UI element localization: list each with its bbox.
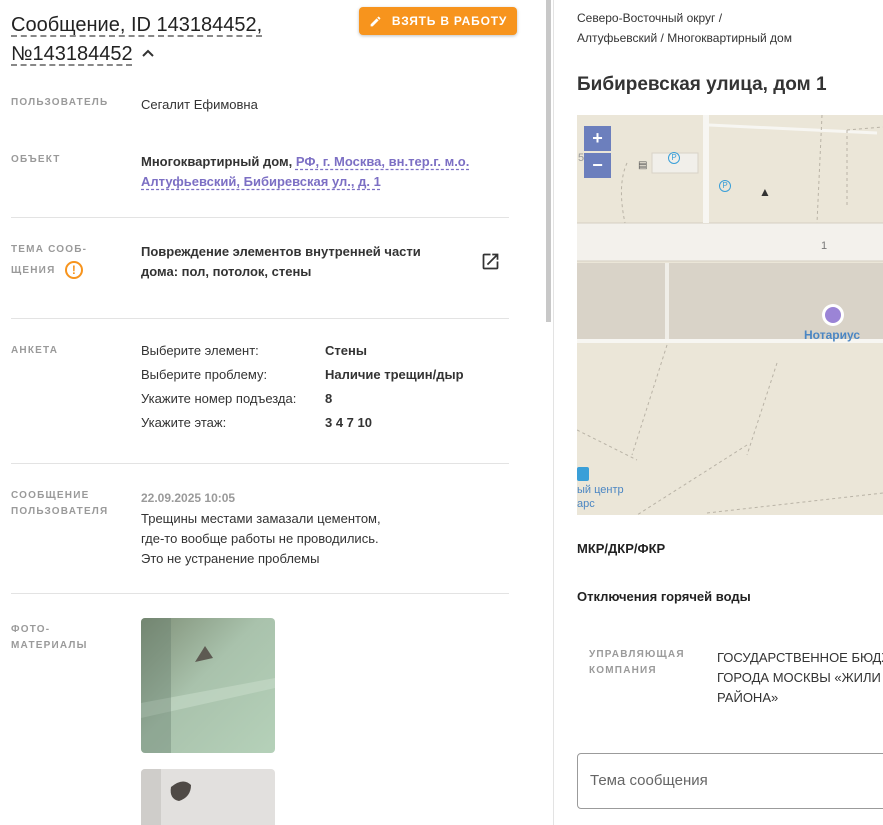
chevron-up-icon[interactable] bbox=[141, 38, 155, 67]
object-address-link-1[interactable]: РФ, г. Москва, вн.тер.г. м.о. bbox=[296, 154, 470, 169]
photos-label-line-2: МАТЕРИАЛЫ bbox=[11, 640, 88, 651]
subject-input[interactable]: Тема сообщения bbox=[577, 753, 883, 809]
address-title: Бибиревская улица, дом 1 bbox=[577, 74, 827, 95]
user-message-label-line-2: ПОЛЬЗОВАТЕЛЯ bbox=[11, 506, 109, 517]
company-line-1: ГОСУДАРСТВЕННОЕ БЮДЖ bbox=[717, 650, 883, 665]
title-line-1: Сообщение, ID 143184452, bbox=[11, 14, 263, 36]
parking-icon: P bbox=[719, 180, 731, 192]
hot-water-outages[interactable]: Отключения горячей воды bbox=[577, 589, 751, 604]
anketa-key: Укажите этаж: bbox=[141, 415, 227, 430]
page-title: Сообщение, ID 143184452, №143184452 bbox=[11, 11, 341, 69]
map[interactable]: + − 5 ▤ P P ▲ 1 Нотариус ый центр арс bbox=[577, 115, 883, 515]
photos-label: ФОТО- МАТЕРИАЛЫ bbox=[11, 622, 88, 654]
zoom-out-button[interactable]: − bbox=[584, 153, 611, 178]
object-value: Многоквартирный дом, РФ, г. Москва, вн.т… bbox=[141, 152, 501, 192]
anketa-value: 3 4 7 10 bbox=[325, 415, 372, 430]
anketa-key: Выберите проблему: bbox=[141, 367, 268, 382]
divider bbox=[11, 318, 509, 319]
warning-icon: ! bbox=[65, 261, 84, 280]
take-to-work-button[interactable]: ВЗЯТЬ В РАБОТУ bbox=[359, 7, 517, 35]
topic-line-2: дома: пол, потолок, стены bbox=[141, 264, 312, 279]
topic-label-line-1: ТЕМА СООБ- bbox=[11, 244, 88, 255]
anketa-value: Наличие трещин/дыр bbox=[325, 367, 464, 382]
map-bottom-label: ый центр арс bbox=[577, 483, 624, 511]
message-panel: Сообщение, ID 143184452, №143184452 ВЗЯТ… bbox=[0, 0, 545, 825]
divider bbox=[11, 593, 509, 594]
zoom-in-button[interactable]: + bbox=[584, 126, 611, 151]
user-value: Сегалит Ефимовна bbox=[141, 97, 258, 112]
photos-label-line-1: ФОТО- bbox=[11, 624, 51, 635]
company-label: УПРАВЛЯЮЩАЯ КОМПАНИЯ bbox=[589, 647, 685, 679]
user-message-date: 22.09.2025 10:05 bbox=[141, 491, 236, 505]
photo-thumbnail[interactable] bbox=[141, 618, 275, 753]
divider bbox=[11, 463, 509, 464]
anketa-key: Укажите номер подъезда: bbox=[141, 391, 297, 406]
company-line-3: РАЙОНА» bbox=[717, 690, 779, 705]
topic-label-line-2: ЩЕНИЯ bbox=[11, 265, 56, 276]
map-bottom-label-line-1: ый центр bbox=[577, 484, 624, 496]
topic-line-1: Повреждение элементов внутренней части bbox=[141, 244, 421, 259]
anketa-label: АНКЕТА bbox=[11, 345, 59, 356]
transit-icon bbox=[577, 467, 589, 481]
user-message-line-1: Трещины местами замазали цементом, bbox=[141, 511, 381, 526]
address-panel: Северо-Восточный округ / Алтуфьевский / … bbox=[554, 0, 883, 825]
scrollbar[interactable] bbox=[546, 0, 551, 322]
user-message-label-line-1: СООБЩЕНИЕ bbox=[11, 490, 90, 501]
title-line-2: №143184452 bbox=[11, 43, 133, 65]
topic-label: ТЕМА СООБ- ЩЕНИЯ! bbox=[11, 242, 87, 284]
user-message-label: СООБЩЕНИЕ ПОЛЬЗОВАТЕЛЯ bbox=[11, 488, 108, 520]
anketa-value: 8 bbox=[325, 391, 333, 406]
company-value: ГОСУДАРСТВЕННОЕ БЮДЖ ГОРОДА МОСКВЫ «ЖИЛИ… bbox=[717, 648, 883, 708]
company-label-line-1: УПРАВЛЯЮЩАЯ bbox=[589, 649, 685, 660]
photo-thumbnail[interactable] bbox=[141, 769, 275, 825]
object-address-link-2[interactable]: Алтуфьевский, Бибиревская ул., д. 1 bbox=[141, 174, 381, 189]
company-label-line-2: КОМПАНИЯ bbox=[589, 665, 657, 676]
user-label: ПОЛЬЗОВАТЕЛЬ bbox=[11, 97, 109, 108]
take-button-label: ВЗЯТЬ В РАБОТУ bbox=[391, 14, 508, 28]
object-type: Многоквартирный дом, bbox=[141, 154, 293, 169]
user-message-line-2: где-то вообще работы не проводились. bbox=[141, 531, 379, 546]
anketa-value: Стены bbox=[325, 343, 367, 358]
topic-value: Повреждение элементов внутренней части д… bbox=[141, 242, 461, 282]
breadcrumb-line-2[interactable]: Алтуфьевский / Многоквартирный дом bbox=[577, 31, 792, 45]
open-in-new-icon[interactable] bbox=[480, 251, 501, 277]
subject-placeholder: Тема сообщения bbox=[590, 772, 708, 789]
map-edge-number: 5 bbox=[578, 152, 585, 164]
breadcrumb: Северо-Восточный округ / Алтуфьевский / … bbox=[577, 8, 792, 48]
company-line-2: ГОРОДА МОСКВЫ «ЖИЛИ bbox=[717, 670, 881, 685]
pencil-icon bbox=[370, 16, 381, 26]
map-bottom-label-line-2: арс bbox=[577, 498, 595, 510]
divider bbox=[11, 217, 509, 218]
anketa-key: Выберите элемент: bbox=[141, 343, 259, 358]
housing-type: МКР/ДКР/ФКР bbox=[577, 541, 666, 556]
poi-label[interactable]: Нотариус bbox=[804, 328, 860, 342]
map-bin-icon: ▤ bbox=[638, 160, 648, 171]
user-message-text: Трещины местами замазали цементом, где-т… bbox=[141, 509, 381, 569]
playground-icon: ▲ bbox=[759, 185, 771, 199]
building-number: 1 bbox=[821, 240, 828, 252]
object-label: ОБЪЕКТ bbox=[11, 154, 61, 165]
parking-icon: P bbox=[668, 152, 680, 164]
user-message-line-3: Это не устранение проблемы bbox=[141, 551, 320, 566]
breadcrumb-line-1[interactable]: Северо-Восточный округ / bbox=[577, 11, 722, 25]
